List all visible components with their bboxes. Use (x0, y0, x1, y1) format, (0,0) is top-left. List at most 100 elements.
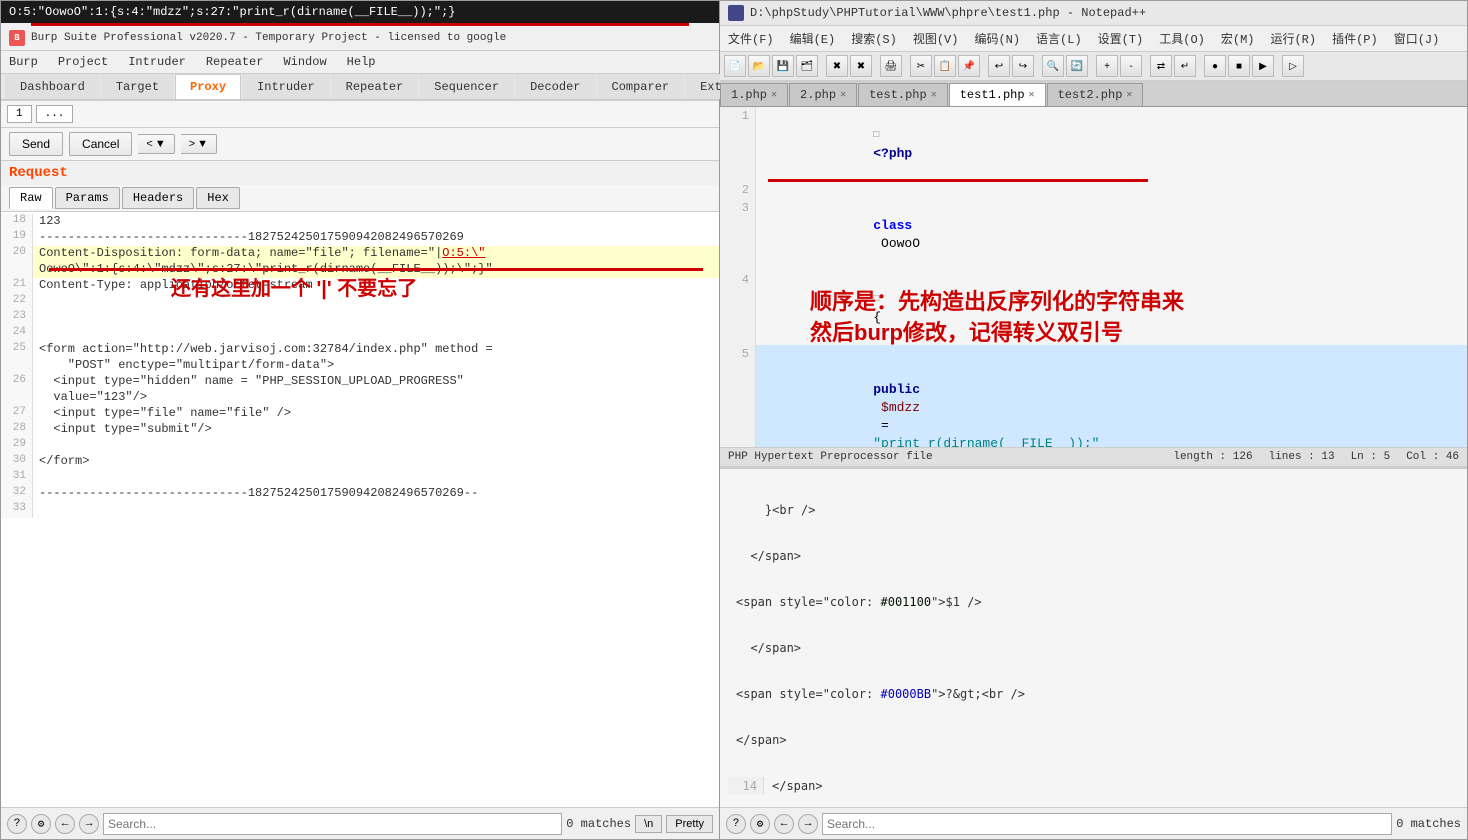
npp-menu-search[interactable]: 搜索(S) (847, 28, 901, 49)
npp-macro-play-btn[interactable]: ▶ (1252, 55, 1274, 77)
menu-burp[interactable]: Burp (5, 53, 42, 71)
npp-menu-view[interactable]: 视图(V) (909, 28, 963, 49)
newline-option-button[interactable]: \n (635, 815, 662, 833)
sub-tab-1[interactable]: 1 (7, 105, 32, 123)
npp-save-btn[interactable]: 💾 (772, 55, 794, 77)
tab-close-test[interactable]: ✕ (931, 89, 937, 101)
npp-menu-edit[interactable]: 编辑(E) (786, 28, 840, 49)
npp-save-all-btn[interactable]: 🗂 (796, 55, 818, 77)
npp-paste-btn[interactable]: 📌 (958, 55, 980, 77)
npp-redo-btn[interactable]: ↪ (1012, 55, 1034, 77)
gear-icon[interactable]: ⚙ (31, 814, 51, 834)
tab-close-test1[interactable]: ✕ (1029, 89, 1035, 101)
tab-sequencer[interactable]: Sequencer (419, 74, 514, 99)
npp-menu-encode[interactable]: 编码(N) (970, 28, 1024, 49)
npp-macro-rec-btn[interactable]: ● (1204, 55, 1226, 77)
tab-dashboard[interactable]: Dashboard (5, 74, 100, 99)
burp-icon: B (9, 30, 25, 46)
nav-forward-group: > ▼ (181, 134, 217, 154)
back-arrow-icon[interactable]: ← (55, 814, 75, 834)
lower-line: }<br /> (728, 501, 1459, 519)
tab-raw[interactable]: Raw (9, 187, 53, 209)
tab-hex[interactable]: Hex (196, 187, 240, 209)
npp-tab-test2[interactable]: test2.php ✕ (1047, 83, 1144, 106)
npp-menu-lang[interactable]: 语言(L) (1032, 28, 1086, 49)
npp-find-btn[interactable]: 🔍 (1042, 55, 1064, 77)
npp-close-btn[interactable]: ✖ (826, 55, 848, 77)
help-icon[interactable]: ? (7, 814, 27, 834)
npp-tab-1[interactable]: 1.php ✕ (720, 83, 788, 106)
menu-help[interactable]: Help (343, 53, 380, 71)
npp-run-btn[interactable]: ▷ (1282, 55, 1304, 77)
nav-forward-button[interactable]: > ▼ (181, 134, 217, 154)
pretty-button[interactable]: Pretty (666, 815, 713, 833)
npp-gear-icon[interactable]: ⚙ (750, 814, 770, 834)
npp-toolbar: 📄 📂 💾 🗂 ✖ ✖ 🖨 ✂ 📋 📌 ↩ ↪ 🔍 🔄 + - ⇄ ↵ (720, 52, 1467, 81)
tab-intruder[interactable]: Intruder (242, 74, 330, 99)
npp-close-all-btn[interactable]: ✖ (850, 55, 872, 77)
tab-close-2[interactable]: ✕ (840, 89, 846, 101)
tab-comparer[interactable]: Comparer (597, 74, 685, 99)
menu-repeater[interactable]: Repeater (202, 53, 268, 71)
npp-code-lines: 1 □ <?php 2 3 class Oo (720, 107, 1467, 447)
npp-col: Col : 46 (1406, 451, 1459, 463)
tab-proxy[interactable]: Proxy (175, 74, 241, 99)
npp-status-bar: PHP Hypertext Preprocessor file length :… (720, 447, 1467, 466)
npp-macro-stop-btn[interactable]: ■ (1228, 55, 1250, 77)
npp-cut-btn[interactable]: ✂ (910, 55, 932, 77)
toolbar-sep-1 (820, 55, 824, 77)
npp-lower-html[interactable]: }<br /> </span> <span style="color: #001… (720, 466, 1467, 807)
npp-menu-file[interactable]: 文件(F) (724, 28, 778, 49)
nav-back-button[interactable]: < ▼ (138, 134, 174, 154)
npp-replace-btn[interactable]: 🔄 (1066, 55, 1088, 77)
tab-headers[interactable]: Headers (122, 187, 194, 209)
tab-close-1[interactable]: ✕ (771, 89, 777, 101)
line-item: 20 Content-Disposition: form-data; name=… (1, 246, 719, 262)
npp-menu-macro[interactable]: 宏(M) (1217, 28, 1259, 49)
tab-repeater[interactable]: Repeater (331, 74, 419, 99)
npp-menu-window[interactable]: 窗口(J) (1390, 28, 1444, 49)
forward-arrow-icon[interactable]: → (79, 814, 99, 834)
burp-code-area[interactable]: 18 123 19 -----------------------------1… (1, 212, 719, 807)
burp-title-bar: B Burp Suite Professional v2020.7 - Temp… (1, 26, 719, 51)
npp-tab-test[interactable]: test.php ✕ (858, 83, 948, 106)
tab-decoder[interactable]: Decoder (515, 74, 595, 99)
npp-tab-2[interactable]: 2.php ✕ (789, 83, 857, 106)
npp-line-5: 5 public $mdzz = "print_r(dirname(__FILE… (720, 345, 1467, 447)
npp-menu-plugin[interactable]: 插件(P) (1328, 28, 1382, 49)
npp-menu-settings[interactable]: 设置(T) (1094, 28, 1148, 49)
line-item: 21 Content-Type: application/octet-strea… (1, 278, 719, 294)
search-input[interactable] (103, 813, 562, 835)
toolbar-sep-2 (874, 55, 878, 77)
npp-menu-tools[interactable]: 工具(O) (1155, 28, 1209, 49)
npp-back-icon[interactable]: ← (774, 814, 794, 834)
sub-tab-more[interactable]: ... (36, 105, 74, 123)
npp-sync-btn[interactable]: ⇄ (1150, 55, 1172, 77)
npp-zoom-out-btn[interactable]: - (1120, 55, 1142, 77)
npp-menu-run[interactable]: 运行(R) (1266, 28, 1320, 49)
npp-search-input[interactable] (822, 813, 1392, 835)
cancel-button[interactable]: Cancel (69, 132, 132, 156)
npp-new-btn[interactable]: 📄 (724, 55, 746, 77)
line-item: 26 <input type="hidden" name = "PHP_SESS… (1, 374, 719, 390)
tab-target[interactable]: Target (101, 74, 174, 99)
npp-undo-btn[interactable]: ↩ (988, 55, 1010, 77)
npp-help-icon[interactable]: ? (726, 814, 746, 834)
line-item: 18 123 (1, 214, 719, 230)
menu-project[interactable]: Project (54, 53, 112, 71)
npp-line-2: 2 (720, 181, 1467, 199)
npp-wrap-btn[interactable]: ↵ (1174, 55, 1196, 77)
npp-tab-test1[interactable]: test1.php ✕ (949, 83, 1046, 106)
npp-zoom-in-btn[interactable]: + (1096, 55, 1118, 77)
menu-window[interactable]: Window (279, 53, 330, 71)
tab-close-test2[interactable]: ✕ (1126, 89, 1132, 101)
npp-open-btn[interactable]: 📂 (748, 55, 770, 77)
menu-intruder[interactable]: Intruder (124, 53, 190, 71)
tab-params[interactable]: Params (55, 187, 120, 209)
npp-copy-btn[interactable]: 📋 (934, 55, 956, 77)
npp-upper-code: 1 □ <?php 2 3 class Oo (720, 107, 1467, 447)
line-item: 31 (1, 470, 719, 486)
npp-forward-icon[interactable]: → (798, 814, 818, 834)
send-button[interactable]: Send (9, 132, 63, 156)
npp-print-btn[interactable]: 🖨 (880, 55, 902, 77)
